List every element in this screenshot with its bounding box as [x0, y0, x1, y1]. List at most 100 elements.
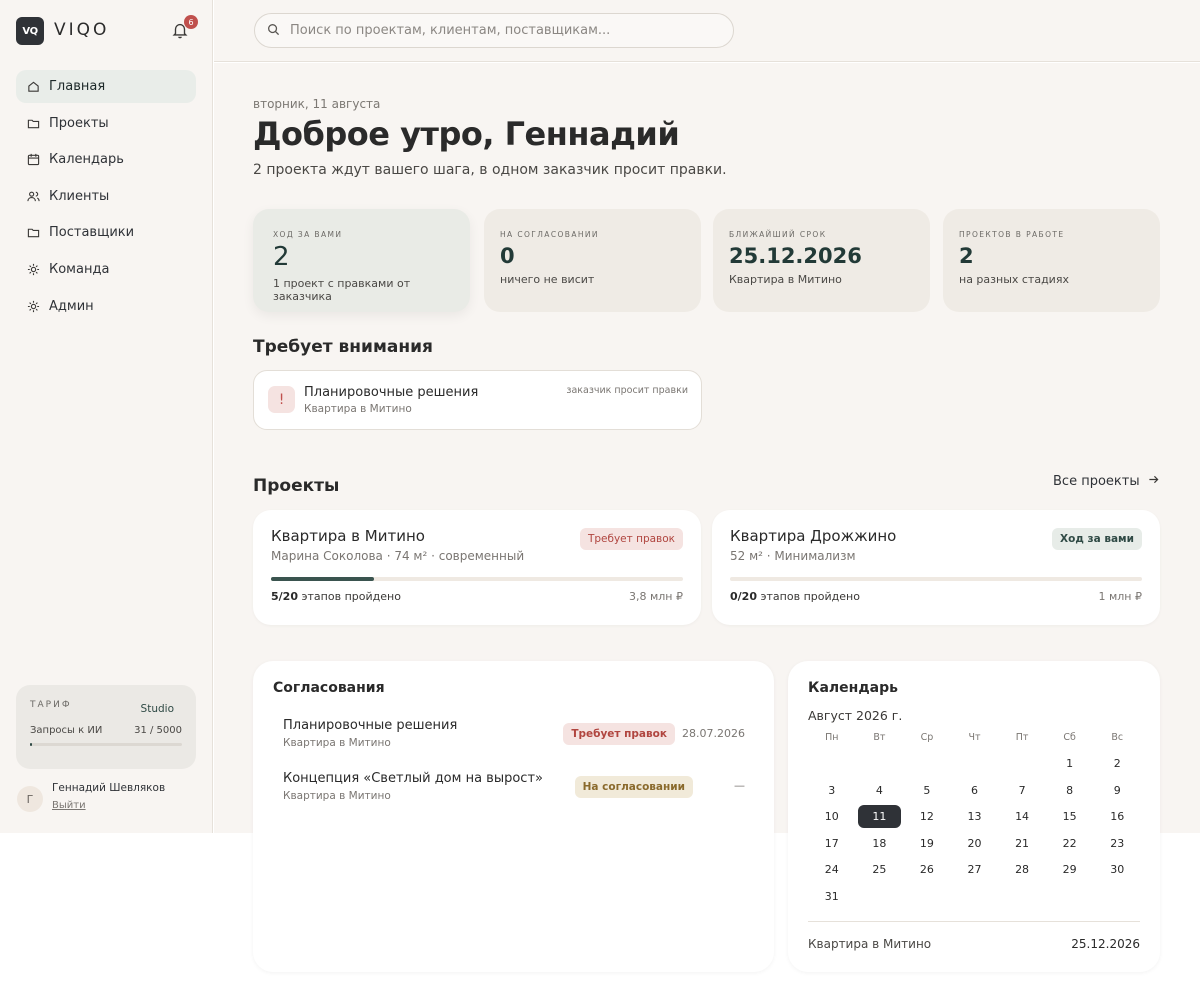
calendar-days: 1 2 3 4 5 6 7 8 9 10 11 12 13 14 15 16 17 18 19 20 21 22 23 24 2… [808, 752, 1141, 908]
calendar-day[interactable]: 15 [1048, 805, 1092, 828]
calendar-day[interactable]: 31 [810, 885, 854, 908]
calendar-day[interactable]: 9 [1095, 779, 1139, 802]
all-projects-label: Все проекты [1053, 474, 1140, 489]
sidebar-item-label: Календарь [49, 152, 124, 168]
calendar-day[interactable]: 30 [1095, 858, 1139, 881]
brand-name[interactable]: VIQO [54, 20, 109, 40]
stat-value: 2 [959, 244, 974, 268]
stat-note: на разных стадиях [959, 273, 1069, 286]
calendar-day[interactable]: 19 [905, 832, 949, 855]
attention-item-title: Планировочные решения [304, 385, 479, 400]
sidebar-item-team[interactable]: Команда [16, 253, 196, 286]
calendar-day[interactable]: 22 [1048, 832, 1092, 855]
status-badge: Требует правок [563, 723, 675, 745]
calendar-day-today[interactable]: 11 [857, 805, 902, 828]
approvals-title: Согласования [273, 680, 385, 696]
stat-value: 2 [273, 242, 290, 272]
calendar-day[interactable]: 5 [905, 779, 949, 802]
calendar-day[interactable]: 3 [810, 779, 854, 802]
attention-item[interactable]: ! Планировочные решения Квартира в Митин… [253, 370, 702, 430]
sidebar-item-home[interactable]: Главная [16, 70, 196, 103]
approval-row[interactable]: Планировочные решения Квартира в Митино … [283, 718, 745, 754]
project-steps-count: 5/20 [271, 590, 298, 603]
home-icon [26, 80, 40, 94]
calendar-day[interactable]: 20 [953, 832, 997, 855]
project-card[interactable]: Квартира Дрожжино 52 м² · Минимализм Ход… [712, 510, 1160, 625]
stat-note: 1 проект с правками от заказчика [273, 277, 411, 303]
calendar-day[interactable]: 6 [953, 779, 997, 802]
stat-card-your-turn[interactable]: ХОД ЗА ВАМИ 2 1 проект с правками от зак… [253, 209, 470, 312]
approval-date: — [734, 779, 745, 792]
project-progress-fill [271, 577, 374, 581]
project-progress-bar [271, 577, 683, 581]
calendar-empty-cell [858, 752, 902, 775]
calendar-event-name[interactable]: Квартира в Митино [808, 937, 931, 951]
sidebar-item-admin[interactable]: Админ [16, 290, 196, 323]
project-card[interactable]: Квартира в Митино Марина Соколова · 74 м… [253, 510, 701, 625]
calendar-day[interactable]: 12 [905, 805, 949, 828]
stat-label: НА СОГЛАСОВАНИИ [500, 230, 599, 239]
calendar-day[interactable]: 29 [1048, 858, 1092, 881]
calendar-day[interactable]: 23 [1095, 832, 1139, 855]
calendar-day[interactable]: 1 [1048, 752, 1092, 775]
approval-title: Планировочные решения [283, 718, 458, 733]
sidebar-item-projects[interactable]: Проекты [16, 107, 196, 140]
stat-card-in-progress[interactable]: ПРОЕКТОВ В РАБОТЕ 2 на разных стадиях [943, 209, 1160, 312]
calendar-day[interactable]: 24 [810, 858, 854, 881]
current-date: вторник, 11 августа [253, 97, 381, 111]
sun-icon [26, 299, 40, 313]
logout-link[interactable]: Выйти [52, 800, 86, 811]
user-name: Геннадий Шевляков [52, 782, 166, 794]
stat-value: 25.12.2026 [729, 244, 862, 268]
status-badge: На согласовании [574, 776, 693, 798]
folder-icon [26, 116, 40, 130]
calendar-empty-cell [810, 752, 854, 775]
calendar-day[interactable]: 17 [810, 832, 854, 855]
logo-mark[interactable]: VQ [16, 17, 44, 45]
calendar-icon [26, 153, 40, 167]
calendar-day[interactable]: 10 [810, 805, 854, 828]
search-box[interactable] [254, 13, 734, 48]
calendar-day[interactable]: 27 [953, 858, 997, 881]
divider [808, 921, 1140, 922]
attention-item-note: заказчик просит правки [566, 385, 688, 396]
status-badge: Требует правок [579, 528, 683, 550]
stat-card-deadline[interactable]: БЛИЖАЙШИЙ СРОК 25.12.2026 Квартира в Мит… [713, 209, 930, 312]
stat-note: Квартира в Митино [729, 273, 842, 286]
alert-icon: ! [268, 386, 295, 413]
stat-label: ПРОЕКТОВ В РАБОТЕ [959, 230, 1065, 239]
calendar-empty-cell [1000, 752, 1044, 775]
sidebar-item-label: Команда [49, 261, 110, 277]
calendar-day[interactable]: 28 [1000, 858, 1044, 881]
calendar-weekday: Пн [825, 732, 839, 743]
calendar-day[interactable]: 16 [1095, 805, 1139, 828]
sidebar-item-label: Админ [49, 298, 94, 314]
sidebar-item-calendar[interactable]: Календарь [16, 143, 196, 176]
attention-item-project: Квартира в Митино [304, 403, 412, 415]
calendar-day[interactable]: 8 [1048, 779, 1092, 802]
project-steps-label: этапов пройдено [760, 590, 860, 603]
calendar-day[interactable]: 18 [858, 832, 902, 855]
calendar-day[interactable]: 25 [858, 858, 902, 881]
folder-icon [26, 226, 40, 240]
sidebar-item-suppliers[interactable]: Поставщики [16, 216, 196, 249]
calendar-day[interactable]: 26 [905, 858, 949, 881]
all-projects-link[interactable]: Все проекты [1053, 474, 1159, 489]
stat-card-approval[interactable]: НА СОГЛАСОВАНИИ 0 ничего не висит [484, 209, 701, 312]
calendar-day[interactable]: 21 [1000, 832, 1044, 855]
approval-row[interactable]: Концепция «Светлый дом на вырост» Кварти… [283, 771, 745, 807]
calendar-day[interactable]: 4 [858, 779, 902, 802]
calendar-day[interactable]: 13 [953, 805, 997, 828]
project-meta: 52 м² · Минимализм [730, 549, 856, 563]
calendar-day[interactable]: 14 [1000, 805, 1044, 828]
sidebar-item-clients[interactable]: Клиенты [16, 180, 196, 213]
calendar-day[interactable]: 2 [1095, 752, 1139, 775]
search-input[interactable] [290, 23, 710, 38]
plan-tier[interactable]: Studio [141, 703, 174, 715]
calendar-weekday: Чт [968, 732, 981, 743]
calendar-weekday: Вт [873, 732, 886, 743]
calendar-weekday: Ср [920, 732, 934, 743]
approval-date: 28.07.2026 [682, 727, 745, 740]
avatar[interactable]: Г [17, 786, 43, 812]
calendar-day[interactable]: 7 [1000, 779, 1044, 802]
